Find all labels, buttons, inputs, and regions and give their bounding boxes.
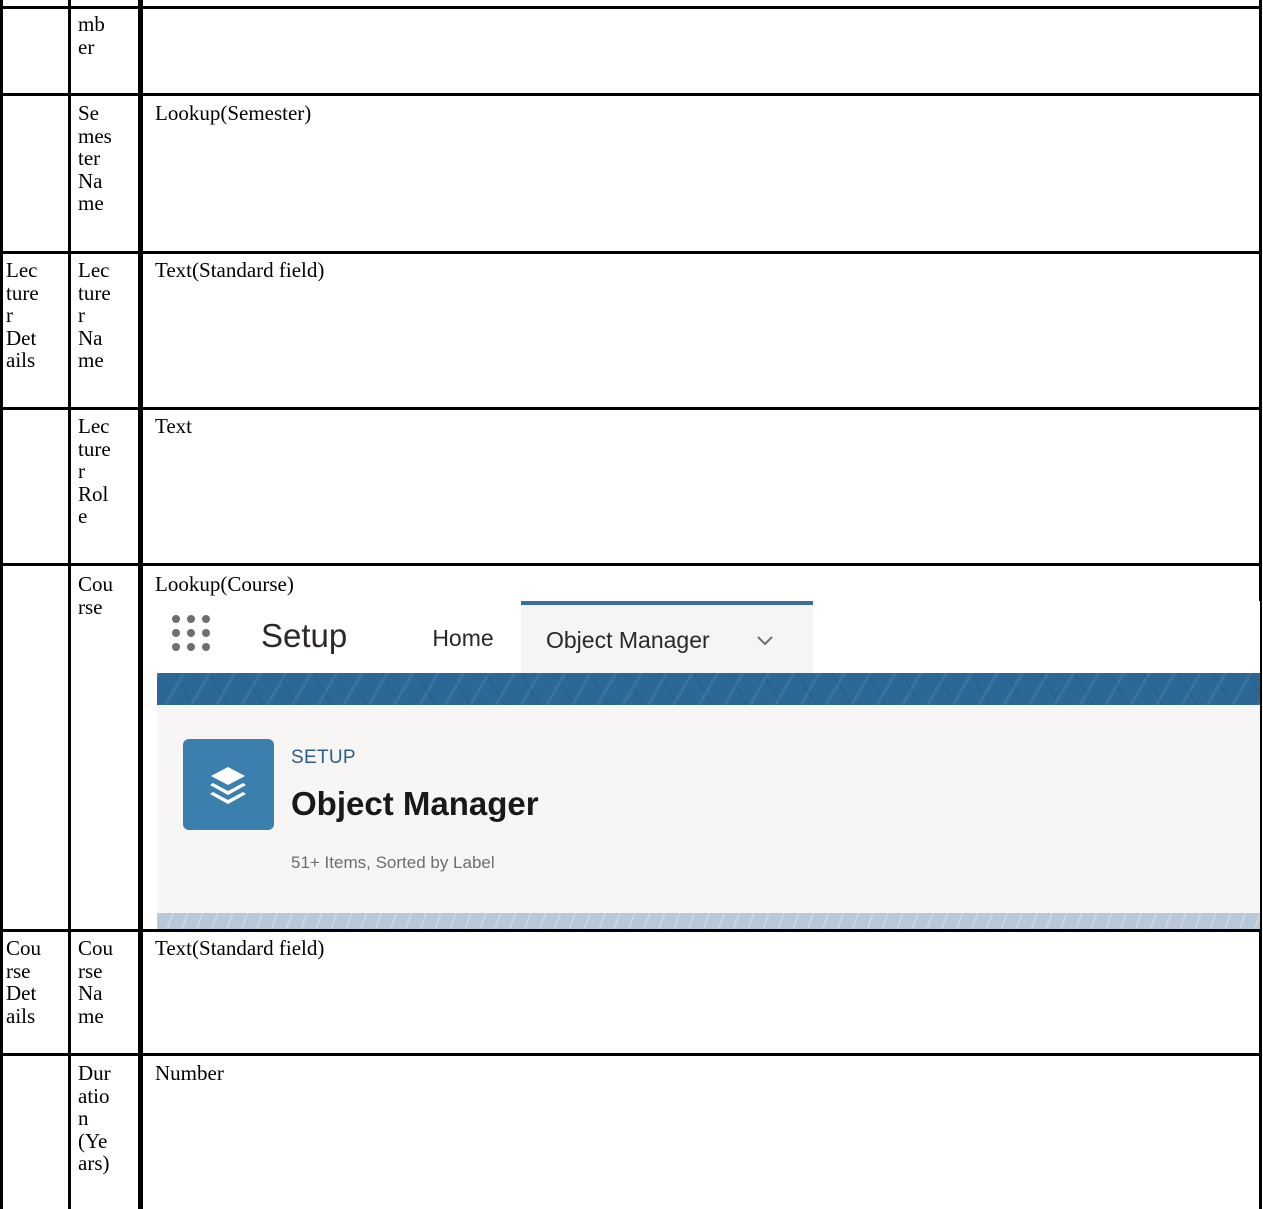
table-cell-type: Lookup(Course) (155, 572, 294, 596)
table-cell-type: Number (155, 1061, 224, 1085)
app-title: Setup (261, 617, 348, 654)
table-cell-type: Text(Standard field) (155, 258, 325, 282)
tab-home[interactable]: Home (405, 601, 521, 673)
table-cell-field: Cou rse Na me (78, 936, 114, 1028)
table-cell-type: Lookup(Semester) (155, 101, 312, 125)
table-cell-field: Cou rse (78, 572, 114, 619)
table-cell-field: Dur atio n (Ye ars) (78, 1061, 111, 1175)
app-launcher-icon[interactable] (172, 615, 214, 657)
item-count: 51+ Items, Sorted by Label (291, 853, 495, 872)
table-cell-field: Se mes ter Na me (78, 101, 112, 215)
row-divider (0, 251, 1262, 254)
object-manager-screenshot: Setup Home Object Manager SETUP Object M… (157, 601, 1260, 929)
page-title: Object Manager (291, 785, 539, 822)
row-divider (0, 1053, 1262, 1056)
tab-object-manager[interactable]: Object Manager (521, 601, 813, 673)
setup-nav-bar: Setup Home Object Manager (157, 601, 1260, 673)
table-border-left (0, 0, 3, 1209)
header-banner (157, 673, 1260, 705)
row-divider (0, 93, 1262, 96)
layers-icon (183, 739, 274, 830)
tab-object-manager-label: Object Manager (546, 627, 710, 653)
page-eyebrow: SETUP (291, 747, 356, 768)
list-header-strip (157, 913, 1260, 929)
table-cell-field: Lec ture r Rol e (78, 414, 111, 528)
col-divider-1 (68, 0, 71, 1209)
table-cell-type: Text (155, 414, 193, 438)
row-divider (0, 6, 1262, 9)
col-divider-2 (138, 0, 143, 1209)
table-cell-field: mb er (78, 12, 105, 59)
table-cell-group: Cou rse Det ails (6, 936, 42, 1028)
table-cell-field: Lec ture r Na me (78, 258, 111, 372)
row-divider (0, 563, 1262, 566)
row-divider (0, 929, 1262, 932)
table-cell-type: Text(Standard field) (155, 936, 325, 960)
chevron-down-icon[interactable] (755, 631, 775, 651)
row-divider (0, 407, 1262, 410)
table-cell-group: Lec ture r Det ails (6, 258, 39, 372)
